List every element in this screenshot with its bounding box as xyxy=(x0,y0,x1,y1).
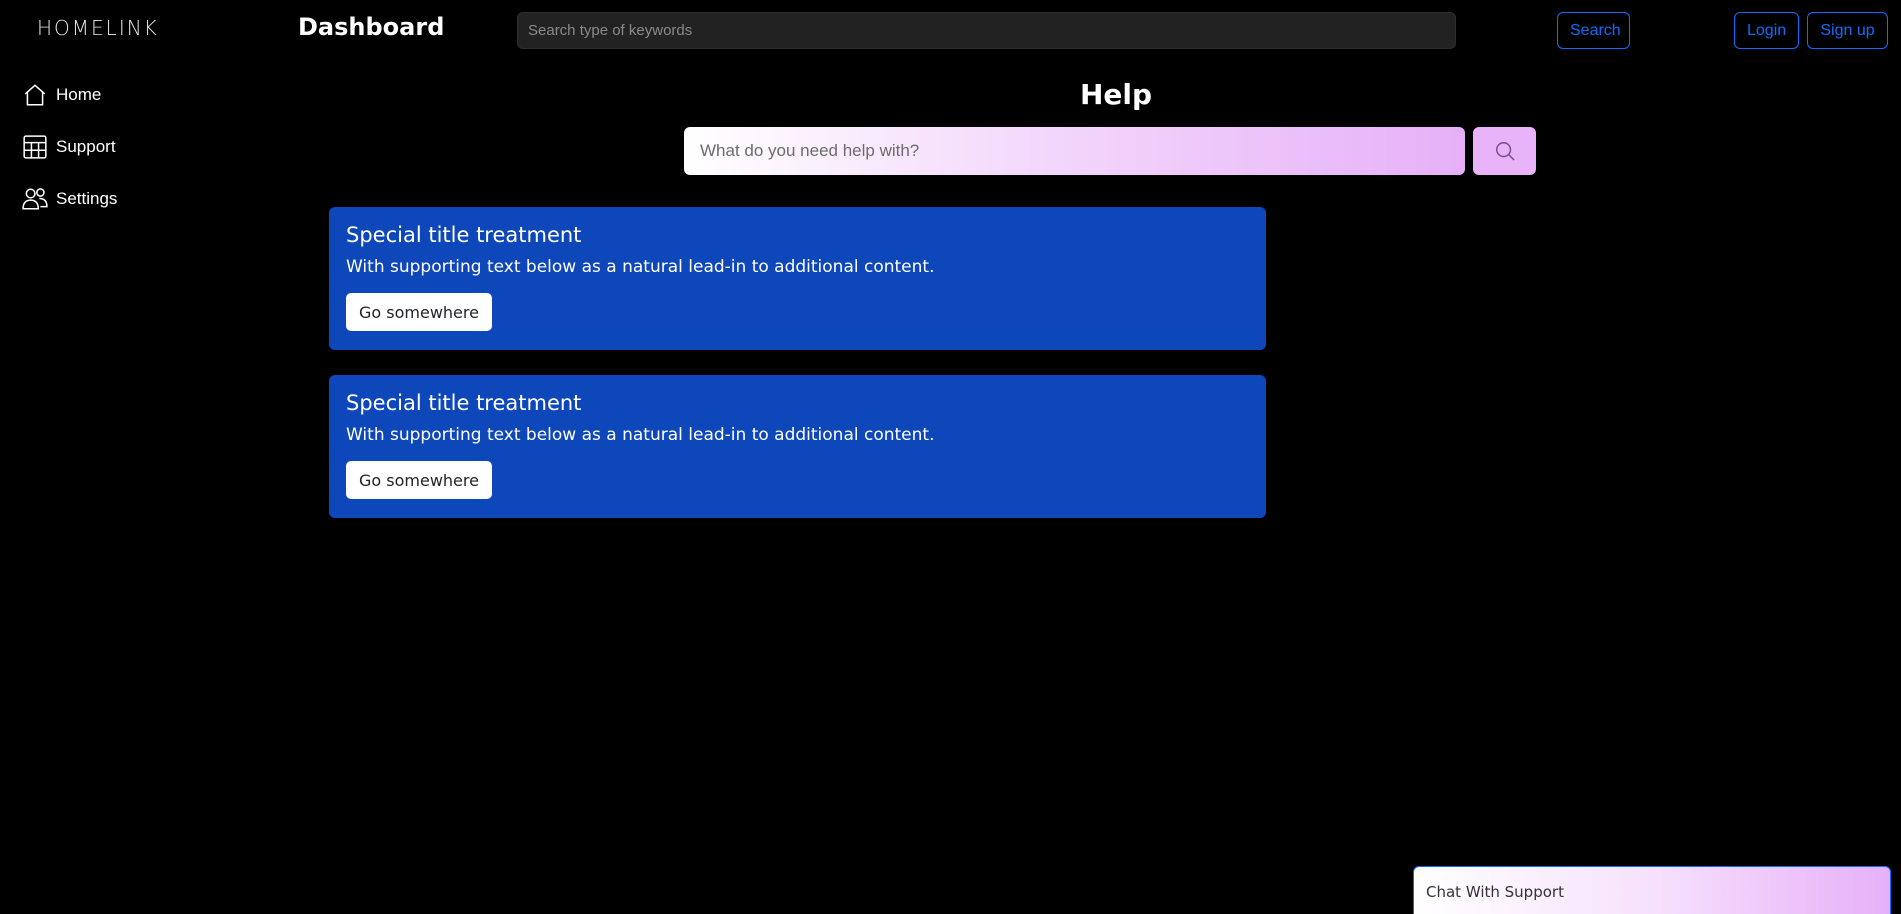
chat-widget-label: Chat With Support xyxy=(1426,883,1564,901)
people-icon xyxy=(22,188,48,210)
search-button[interactable]: Search xyxy=(1557,12,1630,49)
sidebar-item-label: Home xyxy=(56,85,102,104)
help-search-button[interactable] xyxy=(1473,127,1536,175)
card-title: Special title treatment xyxy=(346,391,582,415)
sidebar-item-label: Support xyxy=(56,137,116,156)
homelink-logo[interactable]: HOMELINK xyxy=(37,16,159,40)
card-title: Special title treatment xyxy=(346,223,582,247)
search-icon xyxy=(1495,142,1515,161)
table-icon xyxy=(23,135,47,159)
card-text: With supporting text below as a natural … xyxy=(346,425,935,445)
sidebar-item-label: Settings xyxy=(56,189,118,208)
chat-with-support-widget[interactable]: Chat With Support xyxy=(1413,866,1891,914)
sidebar-item-home[interactable]: Home xyxy=(22,82,117,108)
card-text: With supporting text below as a natural … xyxy=(346,257,935,277)
sidebar: Home Support Settings xyxy=(22,82,117,238)
keyword-search-input[interactable] xyxy=(517,12,1456,49)
login-button[interactable]: Login xyxy=(1734,12,1799,49)
go-somewhere-button[interactable]: Go somewhere xyxy=(346,461,492,499)
house-icon xyxy=(24,84,46,106)
sidebar-item-support[interactable]: Support xyxy=(22,134,117,160)
sidebar-item-settings[interactable]: Settings xyxy=(22,186,117,212)
help-title: Help xyxy=(1080,78,1153,111)
page-title: Dashboard xyxy=(298,13,445,41)
page: HOMELINK Dashboard Search Login Sign up … xyxy=(0,0,1901,914)
help-search-input[interactable] xyxy=(684,127,1465,175)
go-somewhere-button[interactable]: Go somewhere xyxy=(346,293,492,331)
signup-button[interactable]: Sign up xyxy=(1807,12,1888,49)
help-card: Special title treatment With supporting … xyxy=(329,207,1266,350)
help-card: Special title treatment With supporting … xyxy=(329,375,1266,518)
